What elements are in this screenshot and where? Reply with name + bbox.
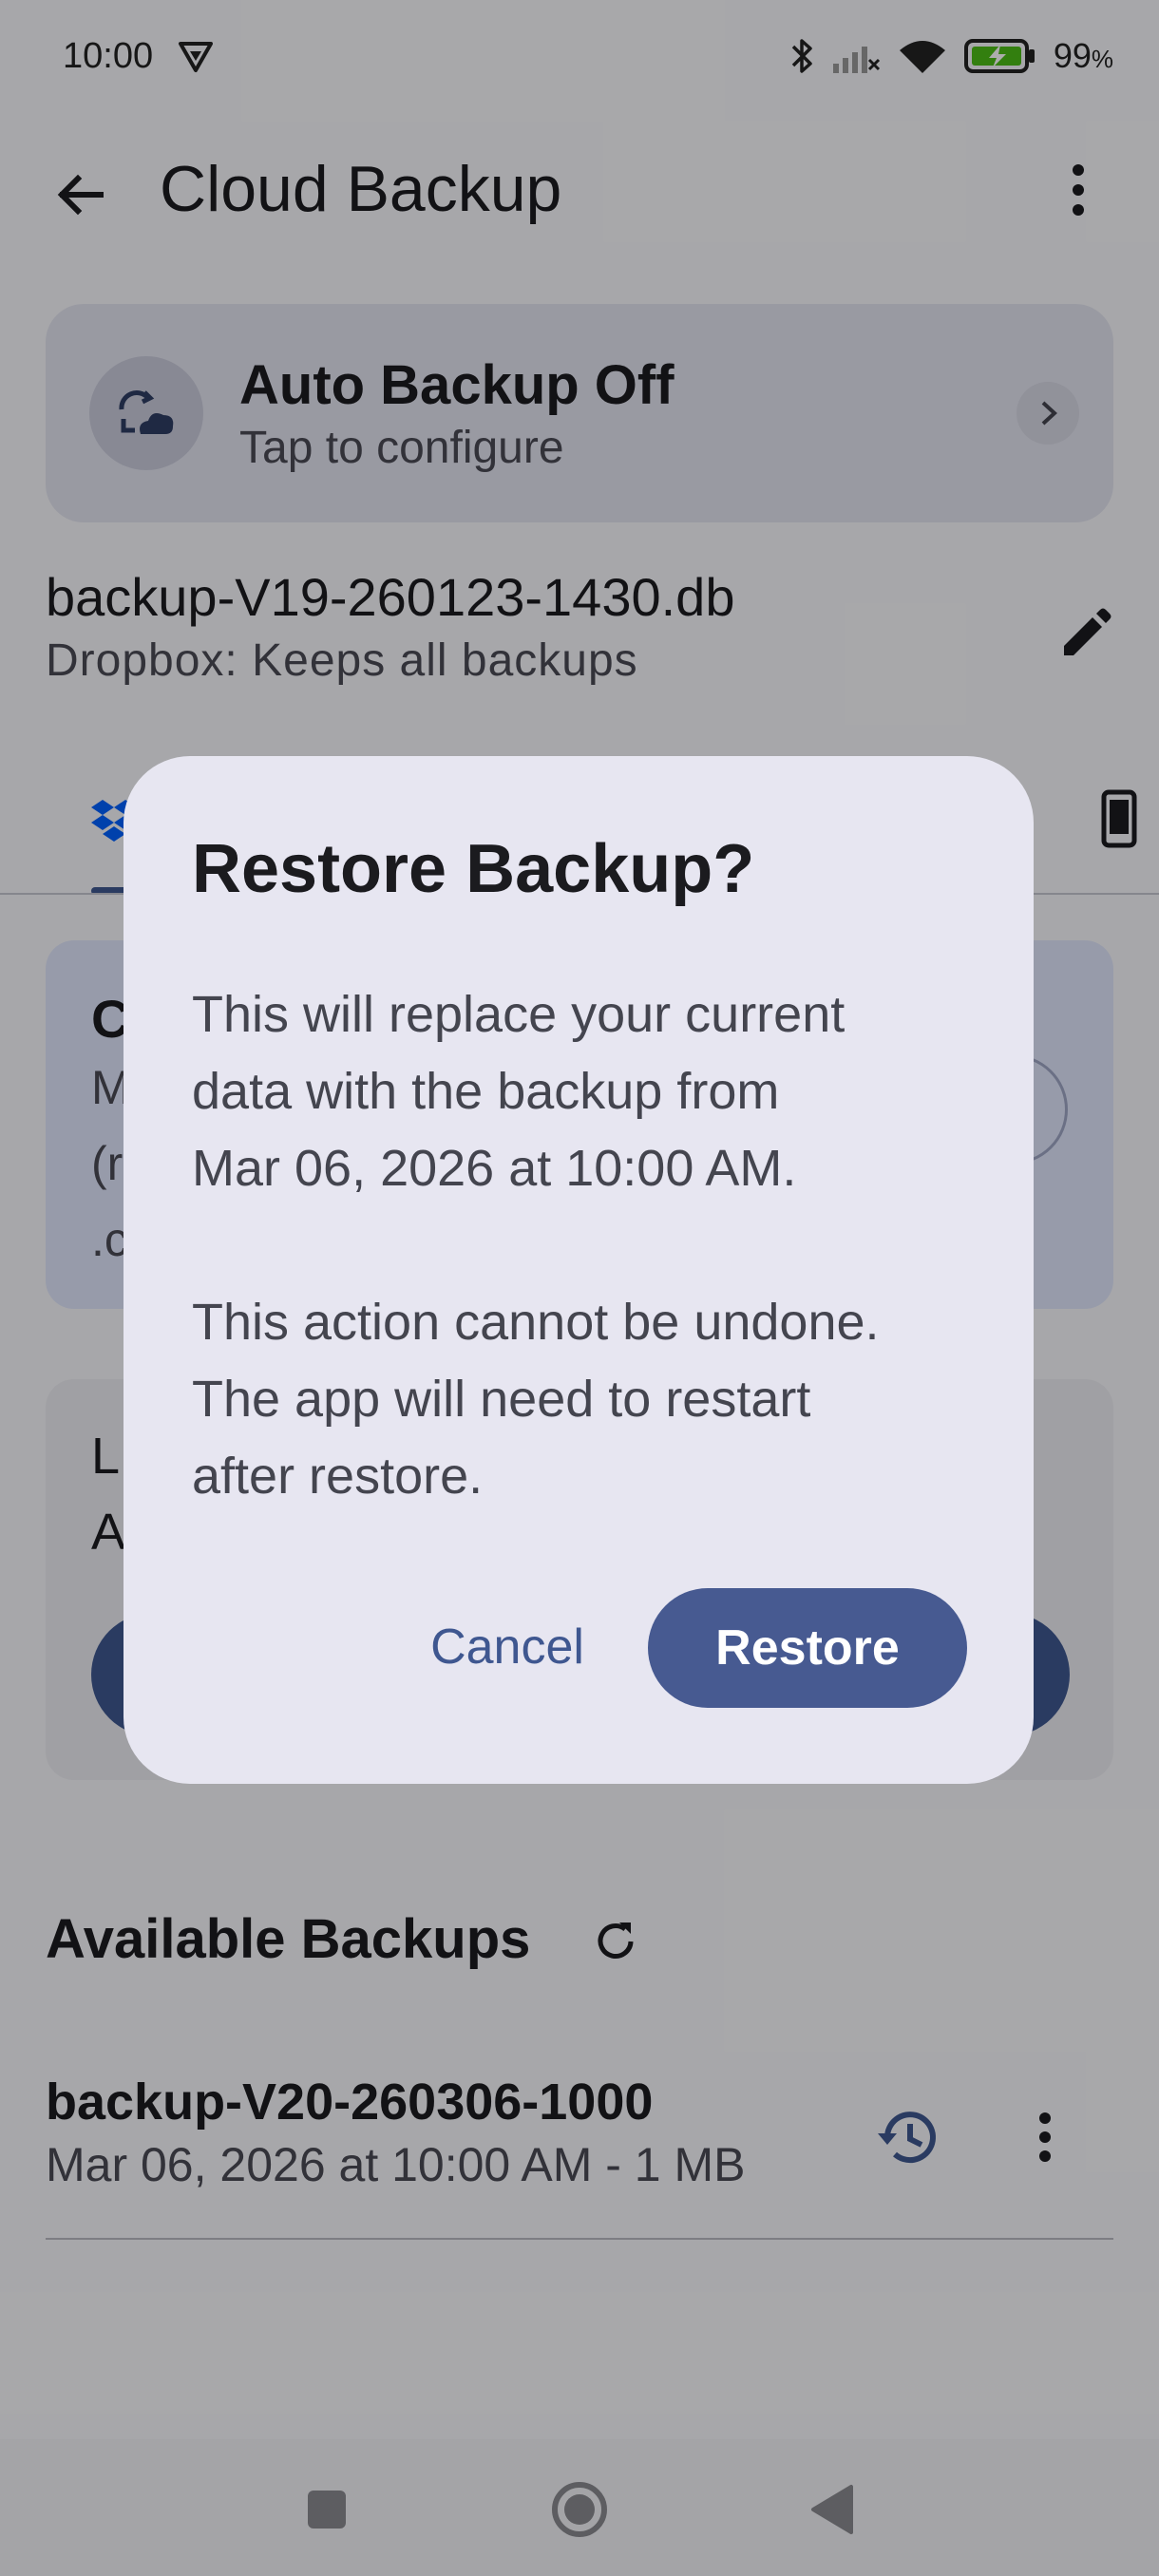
- dialog-message-line: data with the backup from: [192, 1063, 780, 1120]
- dialog-title: Restore Backup?: [192, 831, 755, 907]
- dialog-message-line: This will replace your current: [192, 986, 846, 1043]
- dialog-message-line: The app will need to restart: [192, 1371, 811, 1428]
- cancel-button[interactable]: Cancel: [408, 1588, 606, 1706]
- restore-dialog: Restore Backup? This will replace your c…: [124, 756, 1034, 1784]
- dialog-message-line: after restore.: [192, 1448, 484, 1505]
- dialog-message-line: This action cannot be undone.: [192, 1294, 880, 1351]
- restore-button[interactable]: Restore: [648, 1588, 967, 1708]
- dialog-message-line: Mar 06, 2026 at 10:00 AM.: [192, 1140, 797, 1197]
- dialog-message: This will replace your current data with…: [192, 976, 980, 1515]
